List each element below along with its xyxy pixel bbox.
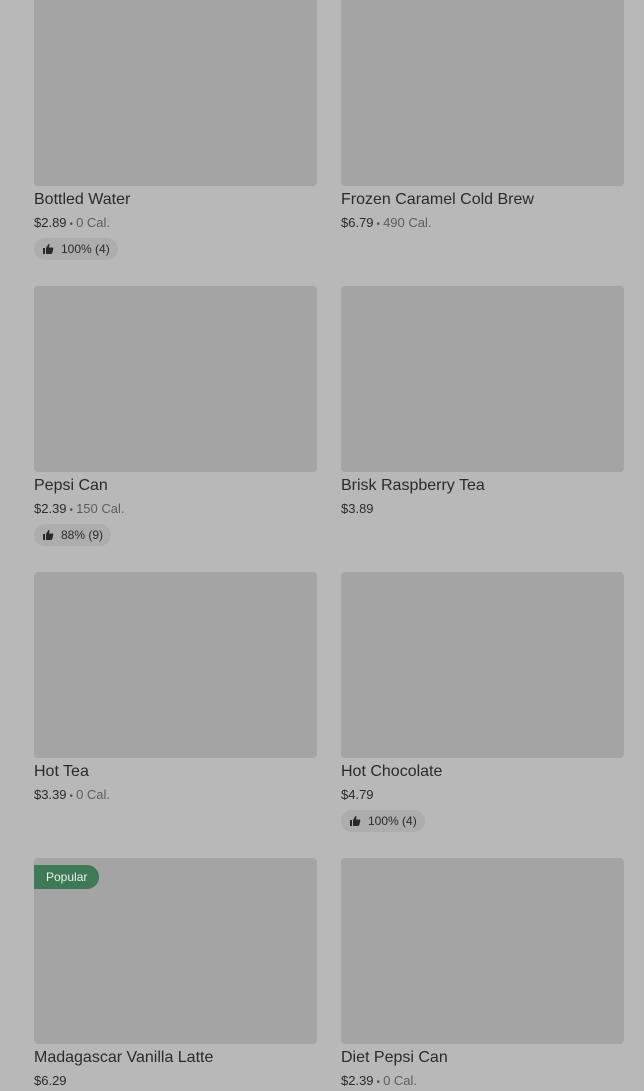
item-calories: 0 Cal. <box>76 787 111 802</box>
item-price: $3.39 <box>34 787 67 802</box>
item-price: $2.39 <box>34 501 67 516</box>
menu-item-card[interactable]: Pepsi Can $2.39 • 150 Cal. 88% (9) <box>34 286 317 546</box>
menu-item-card[interactable]: Frozen Caramel Cold Brew $6.79 • 490 Cal. <box>341 0 624 230</box>
item-price: $6.29 <box>34 1073 67 1088</box>
item-price: $3.89 <box>341 501 374 516</box>
item-image[interactable]: Popular <box>34 858 317 1044</box>
item-name: Bottled Water <box>34 191 131 208</box>
separator-dot: • <box>376 219 381 230</box>
item-calories: 0 Cal. <box>383 1073 418 1088</box>
thumbs-up-icon <box>350 815 361 826</box>
rating-badge: 88% (9) <box>34 524 112 546</box>
rating-badge: 100% (4) <box>34 238 118 260</box>
item-image[interactable] <box>341 286 624 472</box>
popular-badge: Popular <box>34 865 100 889</box>
item-price: $6.79 <box>341 215 374 230</box>
item-price: $2.39 <box>341 1073 374 1088</box>
item-meta: $3.89 <box>341 501 374 517</box>
item-image[interactable] <box>34 572 317 758</box>
menu-item-card[interactable]: Hot Chocolate $4.79 100% (4) <box>341 572 624 832</box>
rating-text: 88% (9) <box>61 528 104 542</box>
item-meta: $6.29 <box>34 1073 67 1089</box>
menu-item-card[interactable]: Brisk Raspberry Tea $3.89 <box>341 286 624 516</box>
separator-dot: • <box>69 791 74 802</box>
rating-text: 100% (4) <box>61 242 110 256</box>
item-image[interactable] <box>341 858 624 1044</box>
menu-item-card[interactable]: Diet Pepsi Can $2.39 • 0 Cal. <box>341 858 624 1088</box>
menu-item-card[interactable]: Popular Madagascar Vanilla Latte $6.29 <box>34 858 317 1088</box>
item-name: Pepsi Can <box>34 477 108 494</box>
menu-item-card[interactable]: Bottled Water $2.89 • 0 Cal. 100% (4) <box>34 0 317 260</box>
separator-dot: • <box>376 1077 381 1088</box>
item-meta: $2.39 • 0 Cal. <box>341 1073 417 1091</box>
item-meta: $6.79 • 490 Cal. <box>341 215 431 233</box>
item-name: Brisk Raspberry Tea <box>341 477 485 494</box>
item-image[interactable] <box>34 0 317 186</box>
separator-dot: • <box>69 505 74 516</box>
item-price: $4.79 <box>341 787 374 802</box>
item-image[interactable] <box>34 286 317 472</box>
item-name: Diet Pepsi Can <box>341 1049 448 1066</box>
item-meta: $2.39 • 150 Cal. <box>34 501 124 519</box>
item-image[interactable] <box>341 0 624 186</box>
item-name: Hot Tea <box>34 763 89 780</box>
item-name: Hot Chocolate <box>341 763 443 780</box>
item-calories: 490 Cal. <box>383 215 432 230</box>
item-meta: $2.89 • 0 Cal. <box>34 215 110 233</box>
thumbs-up-icon <box>43 243 54 254</box>
menu-item-card[interactable]: Hot Tea $3.39 • 0 Cal. <box>34 572 317 802</box>
item-calories: 0 Cal. <box>76 215 111 230</box>
item-meta: $3.39 • 0 Cal. <box>34 787 110 805</box>
rating-text: 100% (4) <box>368 814 417 828</box>
separator-dot: • <box>69 219 74 230</box>
rating-badge: 100% (4) <box>341 810 425 832</box>
item-image[interactable] <box>341 572 624 758</box>
item-name: Madagascar Vanilla Latte <box>34 1049 214 1066</box>
thumbs-up-icon <box>43 529 54 540</box>
item-name: Frozen Caramel Cold Brew <box>341 191 534 208</box>
item-calories: 150 Cal. <box>76 501 125 516</box>
item-meta: $4.79 <box>341 787 374 803</box>
item-price: $2.89 <box>34 215 67 230</box>
